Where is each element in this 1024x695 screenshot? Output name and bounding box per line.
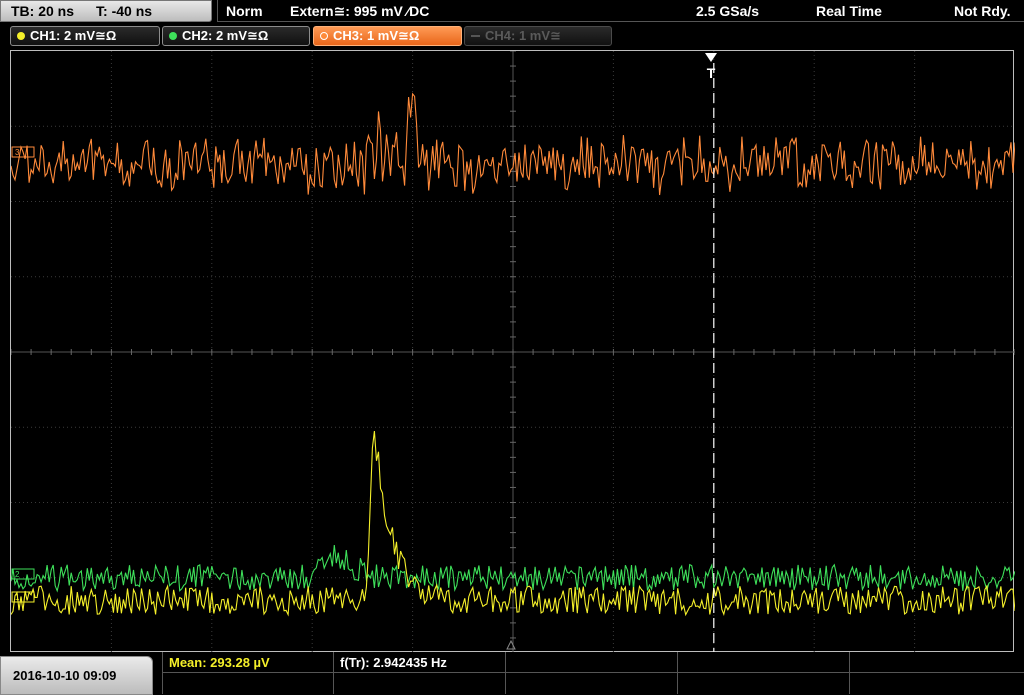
measurement-slot-3[interactable]: [506, 652, 678, 673]
frequency-value: f(Tr): 2.942435 Hz: [340, 654, 447, 670]
timebase-value: TB: 20 ns: [11, 3, 75, 19]
ch1-label: CH1: 2 mV≅Ω: [30, 28, 117, 43]
channel-tab-ch2[interactable]: CH2: 2 mV≅Ω: [162, 26, 310, 46]
status-bar: TB: 20 ns T: -40 ns Norm Extern≅: 995 mV…: [0, 0, 1024, 24]
ch2-dot-icon: [169, 32, 177, 40]
channel-tabs: CH1: 2 mV≅Ω CH2: 2 mV≅Ω CH3: 1 mV≅Ω CH4:…: [0, 26, 1024, 48]
trigger-arrow-icon[interactable]: [705, 53, 717, 62]
measurement-bar: Mean: 293.28 µV f(Tr): 2.942435 Hz: [162, 652, 1024, 695]
frequency-measurement[interactable]: f(Tr): 2.942435 Hz: [334, 652, 506, 673]
ch4-dash-icon: [471, 35, 480, 37]
channel-tab-ch1[interactable]: CH1: 2 mV≅Ω: [10, 26, 160, 46]
measurement-slot-7[interactable]: [334, 673, 506, 694]
measurement-slot-9[interactable]: [678, 673, 850, 694]
ch3-dot-icon: [320, 32, 328, 40]
ch1-dot-icon: [17, 32, 25, 40]
datetime-display: 2016-10-10 09:09: [0, 656, 153, 695]
svg-text:3: 3: [15, 148, 20, 157]
trigger-info-panel[interactable]: Norm Extern≅: 995 mV ⁄DC 2.5 GSa/s Real …: [217, 0, 1024, 22]
waveform-canvas: T 3 2 1: [11, 51, 1015, 653]
measurement-slot-6[interactable]: [162, 673, 334, 694]
graticule: [11, 51, 1015, 653]
channel-tab-ch4[interactable]: CH4: 1 mV≅: [464, 26, 612, 46]
trigger-mode: Norm: [226, 3, 263, 19]
ch3-label: CH3: 1 mV≅Ω: [333, 28, 420, 43]
ch2-label: CH2: 2 mV≅Ω: [182, 28, 269, 43]
channel-tab-ch3[interactable]: CH3: 1 mV≅Ω: [313, 26, 462, 46]
mean-measurement[interactable]: Mean: 293.28 µV: [162, 652, 334, 673]
ch1-ground-marker-icon[interactable]: 1: [11, 591, 35, 603]
time-reference-marker-icon: [506, 639, 516, 650]
acquisition-mode: Real Time: [816, 3, 882, 19]
mean-value: Mean: 293.28 µV: [169, 654, 270, 670]
measurement-slot-8[interactable]: [506, 673, 678, 694]
measurement-slot-5[interactable]: [850, 652, 1024, 673]
svg-text:2: 2: [15, 570, 20, 579]
sample-rate: 2.5 GSa/s: [696, 3, 760, 19]
acquisition-status: Not Rdy.: [954, 3, 1011, 19]
measurement-slot-4[interactable]: [678, 652, 850, 673]
measurement-slot-10[interactable]: [850, 673, 1024, 694]
ch4-label: CH4: 1 mV≅: [485, 28, 561, 43]
timebase-panel[interactable]: TB: 20 ns T: -40 ns: [0, 0, 212, 22]
svg-text:1: 1: [15, 593, 20, 602]
trigger-source: Extern≅: 995 mV ⁄DC: [290, 3, 430, 19]
trigger-marker-label: T: [707, 65, 716, 81]
trigger-offset-value: T: -40 ns: [96, 3, 153, 19]
datetime-value: 2016-10-10 09:09: [13, 668, 117, 683]
waveform-display[interactable]: T 3 2 1: [10, 50, 1015, 653]
